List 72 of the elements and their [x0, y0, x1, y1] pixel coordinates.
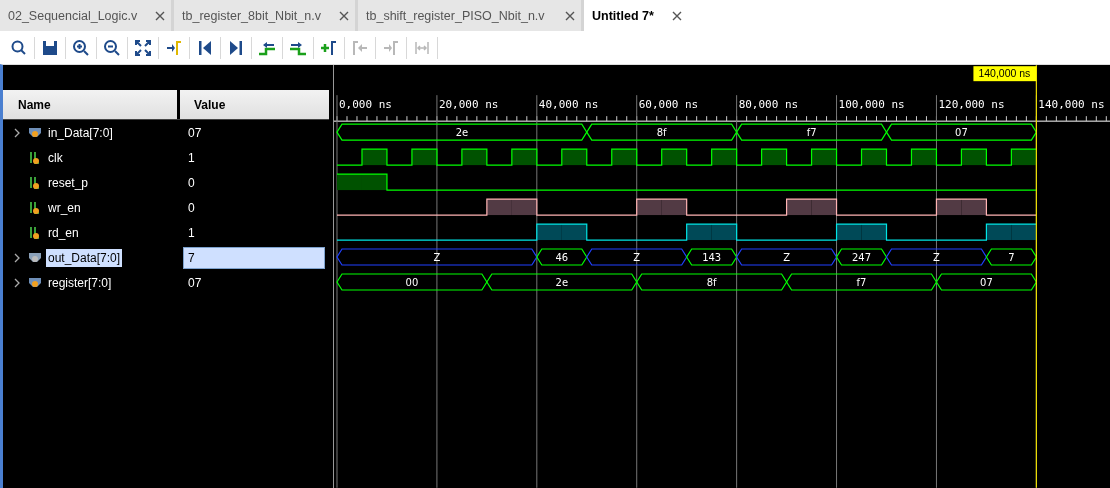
signal-name[interactable]: rd_en: [46, 223, 81, 242]
cursor-time-label: 140,000 ns: [973, 66, 1037, 82]
signal-value: 07: [187, 274, 203, 292]
close-icon[interactable]: [339, 10, 349, 21]
bus-value: 07: [954, 127, 968, 139]
zoom-fit-icon: [134, 38, 152, 57]
bus-value: Z: [433, 252, 441, 263]
time-label: 20,000 ns: [438, 98, 499, 112]
bus-value: 2e: [555, 277, 568, 288]
bit-signal-icon: [28, 225, 42, 240]
bus-value: 2e: [455, 127, 468, 139]
bus-signal-icon: [28, 126, 42, 139]
time-label: 100,000 ns: [838, 98, 905, 112]
bus-value: 8f: [706, 277, 717, 288]
value-column-header[interactable]: Value: [180, 90, 329, 119]
bus-value: Z: [782, 252, 790, 263]
signal-value: 07: [187, 124, 203, 142]
editor-tab[interactable]: tb_shift_register_PISO_Nbit_n.v: [358, 0, 584, 31]
add-marker-icon: [320, 38, 338, 57]
signal-value: 0: [187, 199, 196, 217]
editor-tab[interactable]: 02_Sequencial_Logic.v: [0, 0, 174, 31]
signal-value: 0: [187, 174, 196, 192]
cursor-line[interactable]: [1035, 65, 1037, 488]
signal-name[interactable]: clk: [46, 148, 65, 167]
time-label: 0,000 ns: [338, 98, 392, 112]
signal-name[interactable]: out_Data[7:0]: [46, 248, 123, 267]
signal-value: 1: [187, 149, 196, 167]
zoom-in-icon: [72, 38, 90, 57]
name-column-header[interactable]: Name: [3, 90, 177, 119]
expand-chevron-icon[interactable]: [13, 277, 21, 288]
next-marker-icon: [382, 38, 400, 57]
time-label: 120,000 ns: [938, 98, 1005, 112]
bus-value: 07: [979, 277, 993, 288]
close-icon[interactable]: [672, 10, 682, 21]
previous-marker-icon: [351, 38, 369, 57]
signal-name[interactable]: wr_en: [46, 198, 83, 217]
bus-value: 8f: [656, 127, 667, 139]
waveform-view[interactable]: 0,000 ns 20,000 ns 40,000 ns 60,000 ns 80,000 ns 100,000 ns 120,000 ns 140,000 ns 2e 8f f7 07 Z 46 Z 143 Z 247 Z 7 00 2e 8f f7 07 140,000 ns: [333, 65, 1110, 488]
go-to-end-icon: [227, 38, 245, 57]
go-to-cursor-icon: [165, 38, 183, 57]
time-label: 60,000 ns: [638, 98, 698, 112]
bus-value: Z: [633, 252, 640, 263]
signal-name[interactable]: register[7:0]: [46, 273, 114, 292]
bus-signal-icon: [28, 251, 42, 264]
bit-signal-icon: [28, 175, 42, 190]
bus-value: 46: [555, 252, 568, 263]
bus-value: f7: [856, 277, 867, 288]
time-label: 80,000 ns: [738, 98, 798, 112]
expand-chevron-icon[interactable]: [13, 252, 21, 263]
signal-value: 1: [187, 224, 196, 242]
signal-name[interactable]: in_Data[7:0]: [46, 123, 115, 142]
search-icon: [10, 38, 28, 57]
bus-value: 143: [701, 252, 721, 263]
close-icon[interactable]: [565, 10, 575, 21]
time-label: 40,000 ns: [538, 98, 599, 112]
bus-value: Z: [932, 252, 940, 263]
close-icon[interactable]: [155, 10, 165, 21]
expand-chevron-icon[interactable]: [13, 127, 21, 138]
signal-name[interactable]: reset_p: [46, 173, 91, 192]
bit-signal-icon: [28, 150, 42, 165]
bus-value: 00: [405, 277, 418, 288]
time-label: 140,000 ns: [1038, 98, 1105, 112]
bus-value: 247: [851, 252, 871, 263]
zoom-out-icon: [103, 38, 121, 57]
bus-signal-icon: [28, 276, 42, 289]
bus-value: 7: [1007, 252, 1015, 263]
bus-value: f7: [806, 127, 817, 139]
save-icon: [41, 38, 59, 57]
bit-signal-icon: [28, 200, 42, 215]
go-to-start-icon: [196, 38, 214, 57]
editor-tab[interactable]: tb_register_8bit_Nbit_n.v: [174, 0, 358, 31]
signal-value: 7: [183, 246, 325, 269]
